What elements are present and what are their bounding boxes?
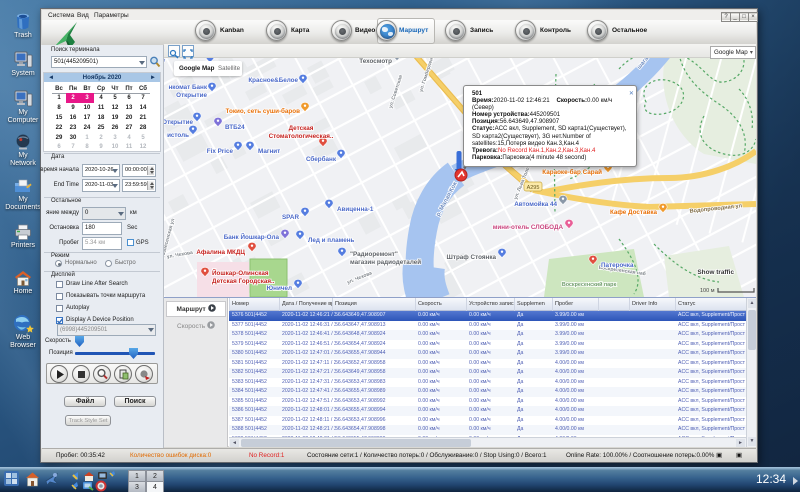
svg-text:Открытие: Открытие: [164, 119, 193, 126]
svg-text:Красное&Белое: Красное&Белое: [248, 77, 298, 84]
svg-text:Юничел: Юничел: [267, 285, 292, 292]
svg-text:Патерочка: Патерочка: [601, 262, 634, 269]
svg-text:нкомат Банк: нкомат Банк: [168, 84, 207, 91]
svg-text:мини-отель СЛОБОДА: мини-отель СЛОБОДА: [493, 224, 564, 231]
svg-text:Кафе Доставка: Кафе Доставка: [610, 209, 658, 216]
svg-text:Штраф Стоянка: Штраф Стоянка: [447, 254, 497, 261]
svg-text:Лед и пламень: Лед и пламень: [308, 237, 355, 244]
svg-text:Магнит: Магнит: [258, 148, 280, 155]
svg-text:Детская Городская..: Детская Городская..: [212, 278, 275, 285]
svg-text:Банк Йошкар-Ола: Банк Йошкар-Ола: [224, 232, 280, 241]
svg-text:магазин радиодеталей: магазин радиодеталей: [350, 258, 421, 266]
svg-text:Афалина МКДЦ: Афалина МКДЦ: [196, 249, 245, 256]
svg-text:Автомойка 44: Автомойка 44: [514, 200, 557, 208]
svg-text:"Радиоремонт": "Радиоремонт": [350, 251, 398, 258]
svg-text:Техосмотр: Техосмотр: [359, 58, 392, 65]
svg-text:Открытие: Открытие: [176, 92, 207, 99]
svg-text:Йошкар-Олинская: Йошкар-Олинская: [212, 268, 269, 277]
svg-text:истоль: истоль: [167, 132, 189, 139]
svg-text:SPAR: SPAR: [282, 214, 299, 221]
svg-text:Воскресенский парк: Воскресенский парк: [562, 281, 617, 288]
svg-text:Авиценна-1: Авиценна-1: [337, 206, 374, 213]
svg-text:100 м: 100 м: [700, 288, 715, 294]
svg-text:Стоматологическая..: Стоматологическая..: [269, 133, 334, 140]
svg-text:Детская: Детская: [289, 125, 314, 132]
svg-text:Токио, сеть суши-баров: Токио, сеть суши-баров: [226, 107, 301, 115]
svg-text:ВТБ24: ВТБ24: [225, 124, 245, 131]
svg-text:Show traffic: Show traffic: [697, 269, 734, 276]
svg-text:Караоке-бар Сарай: Караоке-бар Сарай: [542, 168, 602, 176]
svg-text:Сбербанк: Сбербанк: [306, 155, 337, 163]
svg-text:А295: А295: [527, 185, 540, 191]
svg-text:Fix Price: Fix Price: [207, 148, 234, 155]
